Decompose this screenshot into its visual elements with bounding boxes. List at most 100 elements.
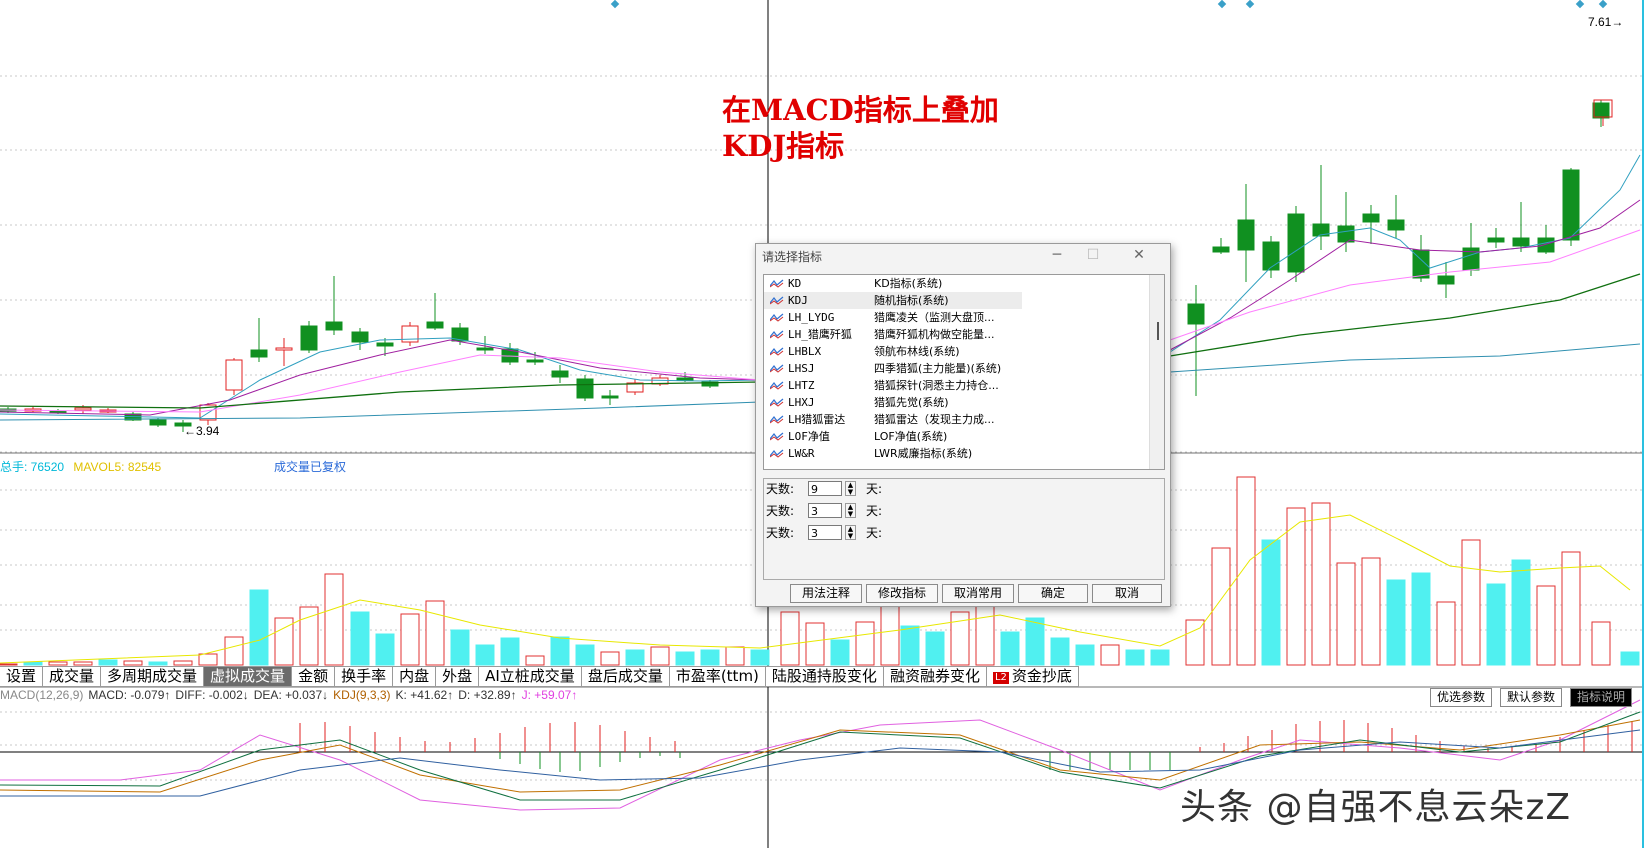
volume-bar: [1336, 562, 1356, 666]
minimize-icon[interactable]: ─: [1046, 246, 1068, 264]
indicator-item[interactable]: KD KD指标(系统): [764, 275, 1164, 292]
indicator-item[interactable]: LHBLX 领航布林线(系统): [764, 343, 1164, 360]
indicator-item[interactable]: LOF净值 LOF净值(系统): [764, 428, 1164, 445]
indicator-item[interactable]: KDJ 随机指标(系统): [764, 292, 1022, 309]
cancel-favorite-button[interactable]: 取消常用: [942, 584, 1014, 603]
tab-8[interactable]: AI立桩成交量: [479, 666, 582, 687]
cancel-button[interactable]: 取消: [1092, 584, 1162, 603]
volume-bar: [1386, 579, 1406, 666]
volume-bar: [350, 611, 370, 666]
tab-3[interactable]: 虚拟成交量: [204, 666, 293, 687]
param-spinner[interactable]: ▲ ▼: [845, 481, 856, 496]
tab-4[interactable]: 金额: [292, 666, 336, 687]
indicator-name: LH_LYDG: [788, 311, 835, 324]
modify-indicator-button[interactable]: 修改指标: [866, 584, 938, 603]
volume-bar: [1511, 559, 1531, 666]
param-input[interactable]: 9: [808, 481, 842, 496]
candle-body: [426, 321, 444, 329]
volume-bar: [73, 661, 93, 666]
volume-bar: [1620, 651, 1640, 666]
tab-11[interactable]: 陆股通持股变化: [765, 666, 884, 687]
indicator-icon: [770, 347, 784, 356]
tab-5[interactable]: 换手率: [335, 666, 394, 687]
volume-bar: [1236, 476, 1256, 666]
indicator-item[interactable]: LHXJ 猎狐先觉(系统): [764, 394, 1164, 411]
volume-bar: [23, 661, 43, 666]
l2-badge: L2: [992, 672, 1009, 684]
volume-bar: [1436, 601, 1456, 666]
volume-bar: [525, 655, 545, 666]
param-spinner[interactable]: ▲ ▼: [845, 503, 856, 518]
indicator-list[interactable]: KD KD指标(系统) KDJ 随机指标(系统) LH_LYDG 猎鹰凌关（监测大盘顶..…: [763, 274, 1165, 470]
candle-body: [1187, 303, 1205, 325]
indicator-icon: [770, 279, 784, 288]
candle-body: [275, 347, 293, 351]
price-right-label: 7.61→: [1588, 15, 1624, 29]
param-spinner[interactable]: ▲ ▼: [845, 525, 856, 540]
maximize-icon[interactable]: ☐: [1082, 246, 1104, 264]
tab-label: 金额: [298, 667, 329, 685]
volume-bar: [1286, 507, 1306, 666]
tab-2[interactable]: 多周期成交量: [101, 666, 205, 687]
candle-body: [376, 342, 394, 347]
indicator-icon: [770, 449, 784, 458]
indicator-icon: [770, 381, 784, 390]
volume-bar: [900, 625, 920, 666]
volume-bar: [123, 660, 143, 666]
default-params-button[interactable]: 默认参数: [1500, 688, 1563, 707]
volume-bar: [1461, 539, 1481, 666]
optimized-params-button[interactable]: 优选参数: [1430, 688, 1493, 707]
tab-10[interactable]: 市盈率(ttm): [669, 666, 766, 687]
indicator-item[interactable]: LH_LYDG 猎鹰凌关（监测大盘顶...: [764, 309, 1164, 326]
event-marker: [1598, 0, 1608, 9]
volume-bar: [249, 589, 269, 666]
tab-7[interactable]: 外盘: [436, 666, 480, 687]
volume-bar: [299, 606, 319, 666]
tab-12[interactable]: 融资融券变化: [883, 666, 987, 687]
indicator-item[interactable]: LHTZ 猎狐探针(洞悉主力持仓...: [764, 377, 1164, 394]
tab-1[interactable]: 成交量: [43, 666, 102, 687]
macd-legend-item: MACD(12,26,9): [0, 688, 84, 702]
candle-body: [676, 377, 694, 381]
indicator-icon: [770, 296, 784, 305]
volume-bar: [625, 649, 645, 666]
tab-9[interactable]: 盘后成交量: [581, 666, 670, 687]
tab-label: 设置: [6, 667, 37, 685]
volume-bar: [475, 644, 495, 666]
indicator-item[interactable]: LHSJ 四季猎狐(主力能量)(系统): [764, 360, 1164, 377]
param-unit: 天:: [866, 504, 883, 518]
indicator-icon: [770, 398, 784, 407]
volume-bar: [1025, 617, 1045, 666]
param-input[interactable]: 3: [808, 503, 842, 518]
param-input[interactable]: 3: [808, 525, 842, 540]
usage-notes-button[interactable]: 用法注释: [790, 584, 862, 603]
event-marker: [1217, 0, 1227, 9]
candle-body: [1262, 241, 1280, 271]
indicator-item[interactable]: LH猎狐雷达 猎狐雷达（发现主力成...: [764, 411, 1164, 428]
volume-bar: [0, 663, 18, 666]
event-marker: [610, 0, 620, 9]
indicator-name: LW&R: [788, 447, 815, 460]
ok-button[interactable]: 确定: [1018, 584, 1088, 603]
indicator-item[interactable]: LW&R LWR威廉指标(系统): [764, 445, 1164, 462]
tab-13[interactable]: L2 资金抄底: [986, 666, 1079, 687]
indicator-help-button[interactable]: 指标说明: [1570, 688, 1633, 707]
volume-bar: [425, 600, 445, 666]
candle-body: [1237, 219, 1255, 251]
volume-bar: [1150, 649, 1170, 666]
tab-6[interactable]: 内盘: [393, 666, 437, 687]
candle-body: [1537, 237, 1555, 253]
candle-body: [476, 347, 494, 351]
volume-bar: [1536, 585, 1556, 666]
volume-bar: [1311, 502, 1331, 666]
indicator-item[interactable]: LH_猎鹰歼狐 猎鹰歼狐机构做空能量...: [764, 326, 1164, 343]
candle-body: [250, 349, 268, 358]
tab-0[interactable]: 设置: [0, 666, 44, 687]
macd-legend-item: D: +32.89↑: [458, 688, 517, 702]
volume-bar: [805, 622, 825, 666]
watermark-text: 头条 @自强不息云朵zZ: [1180, 787, 1572, 828]
candle-body: [225, 359, 243, 391]
param-unit: 天:: [866, 482, 883, 496]
macd-legend-item: DIFF: -0.002↓: [175, 688, 249, 702]
close-icon[interactable]: ✕: [1128, 246, 1150, 264]
